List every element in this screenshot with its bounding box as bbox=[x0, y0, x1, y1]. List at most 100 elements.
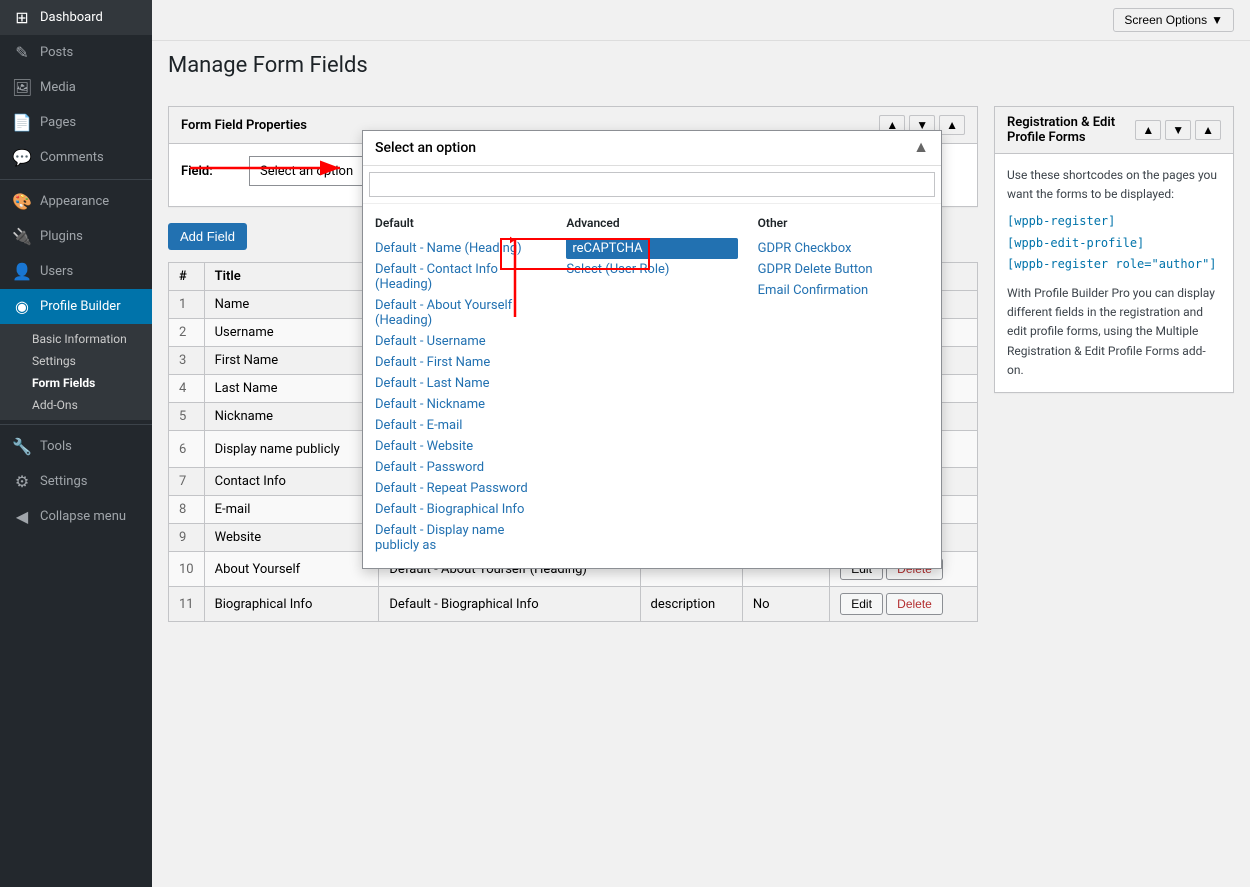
dropdown-option-default-username[interactable]: Default - Username bbox=[375, 331, 546, 352]
sidebar-item-label: Plugins bbox=[40, 229, 83, 244]
dropdown-option-default-repeat-password[interactable]: Default - Repeat Password bbox=[375, 478, 546, 499]
dropdown-close-button[interactable]: ▲ bbox=[913, 139, 929, 157]
tools-icon: 🔧 bbox=[12, 437, 32, 456]
sidebar-item-label: Collapse menu bbox=[40, 509, 126, 524]
row-actions: Edit Delete bbox=[830, 587, 978, 622]
page-title: Manage Form Fields bbox=[168, 53, 1234, 78]
row-title: First Name bbox=[204, 347, 379, 375]
sidebar-item-profile-builder[interactable]: ◉ Profile Builder bbox=[0, 289, 152, 324]
dropdown-col-advanced-title: Advanced bbox=[566, 216, 737, 230]
dropdown-option-default-last-name[interactable]: Default - Last Name bbox=[375, 373, 546, 394]
sidebar-item-label: Tools bbox=[40, 439, 72, 454]
screen-options-button[interactable]: Screen Options ▼ bbox=[1113, 8, 1234, 32]
shortcode-register-author: [wppb-register role="author"] bbox=[1007, 255, 1221, 274]
dropdown-col-advanced: Advanced reCAPTCHA Select (User Role) bbox=[566, 216, 737, 556]
dropdown-option-gdpr-checkbox[interactable]: GDPR Checkbox bbox=[758, 238, 929, 259]
col-header-title: Title bbox=[204, 263, 379, 291]
row-num: 2 bbox=[169, 319, 205, 347]
dropdown-option-default-website[interactable]: Default - Website bbox=[375, 436, 546, 457]
dropdown-col-default-title: Default bbox=[375, 216, 546, 230]
sidebar-item-label: Pages bbox=[40, 115, 76, 130]
row-title: Display name publicly bbox=[204, 431, 379, 468]
comments-icon: 💬 bbox=[12, 148, 32, 167]
row-num: 1 bbox=[169, 291, 205, 319]
row-title: Website bbox=[204, 524, 379, 552]
sidebar-sub-item-form-fields[interactable]: Form Fields bbox=[20, 372, 152, 394]
right-panel-up-btn[interactable]: ▲ bbox=[1135, 120, 1161, 140]
dropdown-option-gdpr-delete[interactable]: GDPR Delete Button bbox=[758, 259, 929, 280]
appearance-icon: 🎨 bbox=[12, 192, 32, 211]
dropdown-option-default-first-name[interactable]: Default - First Name bbox=[375, 352, 546, 373]
sidebar-item-pages[interactable]: 📄 Pages bbox=[0, 105, 152, 140]
sidebar-item-tools[interactable]: 🔧 Tools bbox=[0, 429, 152, 464]
dropdown-search-input[interactable] bbox=[369, 172, 935, 197]
dropdown-option-default-password[interactable]: Default - Password bbox=[375, 457, 546, 478]
pages-icon: 📄 bbox=[12, 113, 32, 132]
dropdown-option-default-name-heading[interactable]: Default - Name (Heading) bbox=[375, 238, 546, 259]
right-panel-down-btn[interactable]: ▼ bbox=[1165, 120, 1191, 140]
sidebar-item-posts[interactable]: ✎ Posts bbox=[0, 35, 152, 70]
sidebar-item-media[interactable]: 🖼 Media bbox=[0, 70, 152, 105]
dropdown-option-default-display-name[interactable]: Default - Display name publicly as bbox=[375, 520, 546, 556]
sidebar-sub-item-settings[interactable]: Settings bbox=[20, 350, 152, 372]
row-title: Username bbox=[204, 319, 379, 347]
dropdown-header: Select an option ▲ bbox=[363, 131, 941, 166]
dropdown-option-default-nickname[interactable]: Default - Nickname bbox=[375, 394, 546, 415]
add-field-button[interactable]: Add Field bbox=[168, 223, 247, 250]
dropdown-option-default-contact-info[interactable]: Default - Contact Info (Heading) bbox=[375, 259, 546, 295]
dropdown-option-default-biographical-info[interactable]: Default - Biographical Info bbox=[375, 499, 546, 520]
row-title: E-mail bbox=[204, 496, 379, 524]
select-placeholder: Select an option bbox=[260, 164, 353, 179]
sidebar-item-label: Profile Builder bbox=[40, 299, 121, 314]
col-header-num: # bbox=[169, 263, 205, 291]
sidebar-item-plugins[interactable]: 🔌 Plugins bbox=[0, 219, 152, 254]
sidebar-item-comments[interactable]: 💬 Comments bbox=[0, 140, 152, 175]
users-icon: 👤 bbox=[12, 262, 32, 281]
dropdown-option-default-email[interactable]: Default - E-mail bbox=[375, 415, 546, 436]
dropdown-columns: Default Default - Name (Heading) Default… bbox=[363, 204, 941, 568]
dropdown-option-default-about-yourself[interactable]: Default - About Yourself (Heading) bbox=[375, 295, 546, 331]
row-title: About Yourself bbox=[204, 552, 379, 587]
row-num: 7 bbox=[169, 468, 205, 496]
right-panel-body: Use these shortcodes on the pages you wa… bbox=[995, 154, 1233, 392]
sidebar-item-appearance[interactable]: 🎨 Appearance bbox=[0, 184, 152, 219]
media-icon: 🖼 bbox=[12, 78, 32, 97]
edit-button-row11[interactable]: Edit bbox=[840, 593, 883, 615]
shortcode-edit-profile: [wppb-edit-profile] bbox=[1007, 234, 1221, 253]
collapse-icon: ◀ bbox=[12, 507, 32, 526]
sidebar-item-label: Settings bbox=[40, 474, 87, 489]
plugins-icon: 🔌 bbox=[12, 227, 32, 246]
right-panel: Registration & Edit Profile Forms ▲ ▼ ▲ … bbox=[994, 106, 1234, 871]
sidebar-item-users[interactable]: 👤 Users bbox=[0, 254, 152, 289]
sidebar-item-dashboard[interactable]: ⊞ Dashboard bbox=[0, 0, 152, 35]
right-panel-title: Registration & Edit Profile Forms bbox=[1007, 115, 1135, 145]
dropdown-col-default: Default Default - Name (Heading) Default… bbox=[375, 216, 546, 556]
row-num: 11 bbox=[169, 587, 205, 622]
dropdown-option-recaptcha[interactable]: reCAPTCHA bbox=[566, 238, 737, 259]
card-toggle-button[interactable]: ▲ bbox=[939, 115, 965, 135]
sidebar-item-label: Dashboard bbox=[40, 10, 103, 25]
field-label: Field: bbox=[181, 164, 241, 179]
dropdown-option-select-user-role[interactable]: Select (User Role) bbox=[566, 259, 737, 280]
right-panel-card: Registration & Edit Profile Forms ▲ ▼ ▲ … bbox=[994, 106, 1234, 393]
right-panel-header: Registration & Edit Profile Forms ▲ ▼ ▲ bbox=[995, 107, 1233, 154]
sidebar-item-collapse[interactable]: ◀ Collapse menu bbox=[0, 499, 152, 534]
sidebar-sub-item-addons[interactable]: Add-Ons bbox=[20, 394, 152, 416]
sidebar-item-label: Users bbox=[40, 264, 73, 279]
dropdown-option-email-confirmation[interactable]: Email Confirmation bbox=[758, 280, 929, 301]
row-num: 4 bbox=[169, 375, 205, 403]
screen-options-label: Screen Options bbox=[1124, 13, 1207, 27]
sidebar-item-label: Posts bbox=[40, 45, 73, 60]
row-title: Last Name bbox=[204, 375, 379, 403]
row-num: 9 bbox=[169, 524, 205, 552]
dropdown-col-other: Other GDPR Checkbox GDPR Delete Button E… bbox=[758, 216, 929, 556]
row-num: 8 bbox=[169, 496, 205, 524]
sidebar: ⊞ Dashboard ✎ Posts 🖼 Media 📄 Pages 💬 Co… bbox=[0, 0, 152, 887]
delete-button-row11[interactable]: Delete bbox=[886, 593, 943, 615]
sidebar-sub-item-basic-info[interactable]: Basic Information bbox=[20, 328, 152, 350]
sidebar-item-settings-main[interactable]: ⚙ Settings bbox=[0, 464, 152, 499]
sidebar-item-label: Appearance bbox=[40, 194, 109, 209]
form-field-properties-title: Form Field Properties bbox=[181, 118, 307, 133]
top-bar: Screen Options ▼ bbox=[152, 0, 1250, 41]
right-panel-toggle-btn[interactable]: ▲ bbox=[1195, 120, 1221, 140]
